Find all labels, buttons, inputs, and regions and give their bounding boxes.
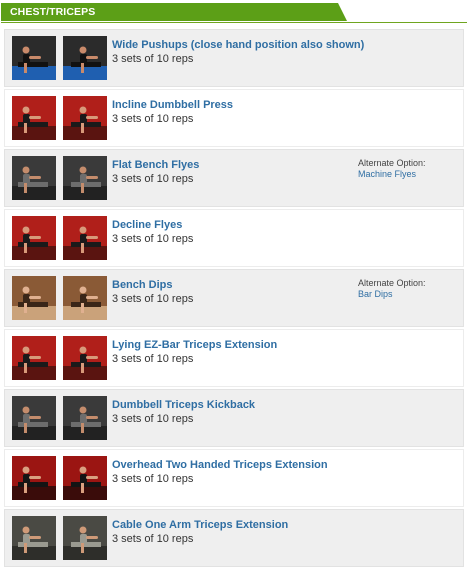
exercise-thumbnail-2[interactable] bbox=[63, 456, 107, 500]
exercise-thumbnail-2[interactable] bbox=[63, 96, 107, 140]
exercise-row: Bench Dips 3 sets of 10 reps Alternate Opt… bbox=[4, 269, 464, 327]
exercise-sets: 3 sets of 10 reps bbox=[112, 533, 194, 545]
exercise-thumbnail-1[interactable] bbox=[12, 216, 56, 260]
exercise-name-link[interactable]: Wide Pushups (close hand position also s… bbox=[112, 39, 364, 51]
exercise-thumbnail-1[interactable] bbox=[12, 396, 56, 440]
exercise-name-link[interactable]: Dumbbell Triceps Kickback bbox=[112, 399, 255, 411]
exercise-thumbnail-2[interactable] bbox=[63, 276, 107, 320]
exercise-thumbnail-2[interactable] bbox=[63, 396, 107, 440]
exercise-name-link[interactable]: Decline Flyes bbox=[112, 219, 182, 231]
exercise-sets: 3 sets of 10 reps bbox=[112, 53, 194, 65]
exercise-name-link[interactable]: Overhead Two Handed Triceps Extension bbox=[112, 459, 328, 471]
exercise-row: Decline Flyes 3 sets of 10 reps bbox=[4, 209, 464, 267]
exercise-row: Overhead Two Handed Triceps Extension 3 s… bbox=[4, 449, 464, 507]
exercise-thumbnail-1[interactable] bbox=[12, 336, 56, 380]
exercise-thumbnail-1[interactable] bbox=[12, 276, 56, 320]
exercise-sets: 3 sets of 10 reps bbox=[112, 233, 194, 245]
exercise-thumbnail-1[interactable] bbox=[12, 456, 56, 500]
alternate-option-link[interactable]: Machine Flyes bbox=[358, 169, 416, 179]
section-title: CHEST/TRICEPS bbox=[10, 6, 96, 18]
exercise-thumbnail-1[interactable] bbox=[12, 516, 56, 560]
exercise-row: Incline Dumbbell Press 3 sets of 10 reps bbox=[4, 89, 464, 147]
exercise-row: Cable One Arm Triceps Extension 3 sets of… bbox=[4, 509, 464, 567]
exercise-name-link[interactable]: Bench Dips bbox=[112, 279, 173, 291]
exercise-sets: 3 sets of 10 reps bbox=[112, 173, 194, 185]
exercise-row: Wide Pushups (close hand position also s… bbox=[4, 29, 464, 87]
exercise-sets: 3 sets of 10 reps bbox=[112, 473, 194, 485]
exercise-sets: 3 sets of 10 reps bbox=[112, 293, 194, 305]
exercise-thumbnail-2[interactable] bbox=[63, 156, 107, 200]
exercise-thumbnail-2[interactable] bbox=[63, 36, 107, 80]
exercise-name-link[interactable]: Incline Dumbbell Press bbox=[112, 99, 233, 111]
exercise-row: Dumbbell Triceps Kickback 3 sets of 10 re… bbox=[4, 389, 464, 447]
exercise-row: Flat Bench Flyes 3 sets of 10 reps Alterna… bbox=[4, 149, 464, 207]
exercise-name-link[interactable]: Flat Bench Flyes bbox=[112, 159, 199, 171]
exercise-sets: 3 sets of 10 reps bbox=[112, 413, 194, 425]
exercise-name-link[interactable]: Cable One Arm Triceps Extension bbox=[112, 519, 288, 531]
exercise-thumbnail-1[interactable] bbox=[12, 96, 56, 140]
exercise-thumbnail-2[interactable] bbox=[63, 336, 107, 380]
exercise-thumbnail-2[interactable] bbox=[63, 216, 107, 260]
alternate-option-label: Alternate Option: bbox=[358, 278, 426, 288]
exercise-row: Lying EZ-Bar Triceps Extension 3 sets of … bbox=[4, 329, 464, 387]
exercise-thumbnail-1[interactable] bbox=[12, 156, 56, 200]
exercise-sets: 3 sets of 10 reps bbox=[112, 353, 194, 365]
alternate-option-label: Alternate Option: bbox=[358, 158, 426, 168]
alternate-option-link[interactable]: Bar Dips bbox=[358, 289, 393, 299]
exercise-thumbnail-2[interactable] bbox=[63, 516, 107, 560]
exercise-name-link[interactable]: Lying EZ-Bar Triceps Extension bbox=[112, 339, 277, 351]
exercise-sets: 3 sets of 10 reps bbox=[112, 113, 194, 125]
exercise-list: Wide Pushups (close hand position also s… bbox=[4, 29, 464, 569]
exercise-thumbnail-1[interactable] bbox=[12, 36, 56, 80]
